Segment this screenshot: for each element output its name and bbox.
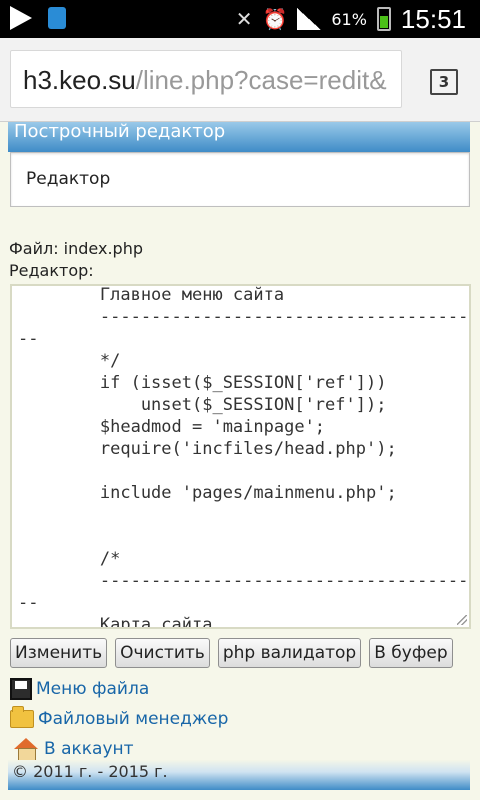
clear-button[interactable]: Очистить — [115, 638, 210, 668]
battery-percent: 61% — [331, 9, 367, 29]
url-bar[interactable]: h3.keo.su/line.php?case=redit& — [10, 50, 402, 108]
battery-icon — [376, 7, 391, 31]
nav-links: Меню файла Файловый менеджер В аккаунт — [10, 674, 228, 764]
tab-switcher-button[interactable]: 3 — [430, 69, 458, 95]
file-manager-label: Файловый менеджер — [38, 709, 229, 729]
editor-buttons: Изменить Очистить php валидатор В буфер — [10, 638, 453, 668]
folder-icon — [10, 706, 34, 728]
code-editor-textarea[interactable]: Главное меню сайта ---------------------… — [10, 284, 471, 629]
mute-icon: ✕ — [235, 7, 253, 31]
copy-to-buffer-button[interactable]: В буфер — [369, 638, 453, 668]
account-label: В аккаунт — [44, 739, 134, 759]
file-menu-link[interactable]: Меню файла — [10, 674, 228, 704]
footer-copyright: © 2011 г. - 2015 г. — [8, 760, 470, 790]
php-validator-button[interactable]: php валидатор — [217, 638, 362, 668]
browser-toolbar: h3.keo.su/line.php?case=redit& 3 — [0, 38, 480, 122]
resize-handle[interactable] — [457, 615, 467, 625]
status-bar: ✕ ⏰ 61% 15:51 — [0, 0, 480, 38]
url-path: /line.php?case=redit& — [135, 65, 387, 95]
page-content: Построчный редактор Редактор Файл: index… — [0, 122, 480, 800]
lock-icon — [48, 7, 66, 29]
home-icon — [14, 738, 38, 761]
page-title: Построчный редактор — [8, 122, 470, 152]
file-label: Файл: index.php — [9, 239, 143, 258]
edit-button[interactable]: Изменить — [10, 638, 108, 668]
floppy-disk-icon — [10, 678, 32, 700]
alarm-icon: ⏰ — [262, 7, 288, 31]
file-info: Файл: index.php Редактор: — [9, 238, 143, 282]
editor-panel-title: Редактор — [10, 152, 470, 207]
code-content: Главное меню сайта ---------------------… — [18, 285, 469, 629]
play-store-icon — [10, 6, 32, 30]
editor-label: Редактор: — [9, 261, 94, 280]
file-menu-label: Меню файла — [36, 679, 150, 699]
clock: 15:51 — [400, 3, 466, 34]
signal-icon — [297, 8, 322, 30]
file-manager-link[interactable]: Файловый менеджер — [10, 704, 228, 734]
url-host: h3.keo.su — [23, 65, 136, 95]
